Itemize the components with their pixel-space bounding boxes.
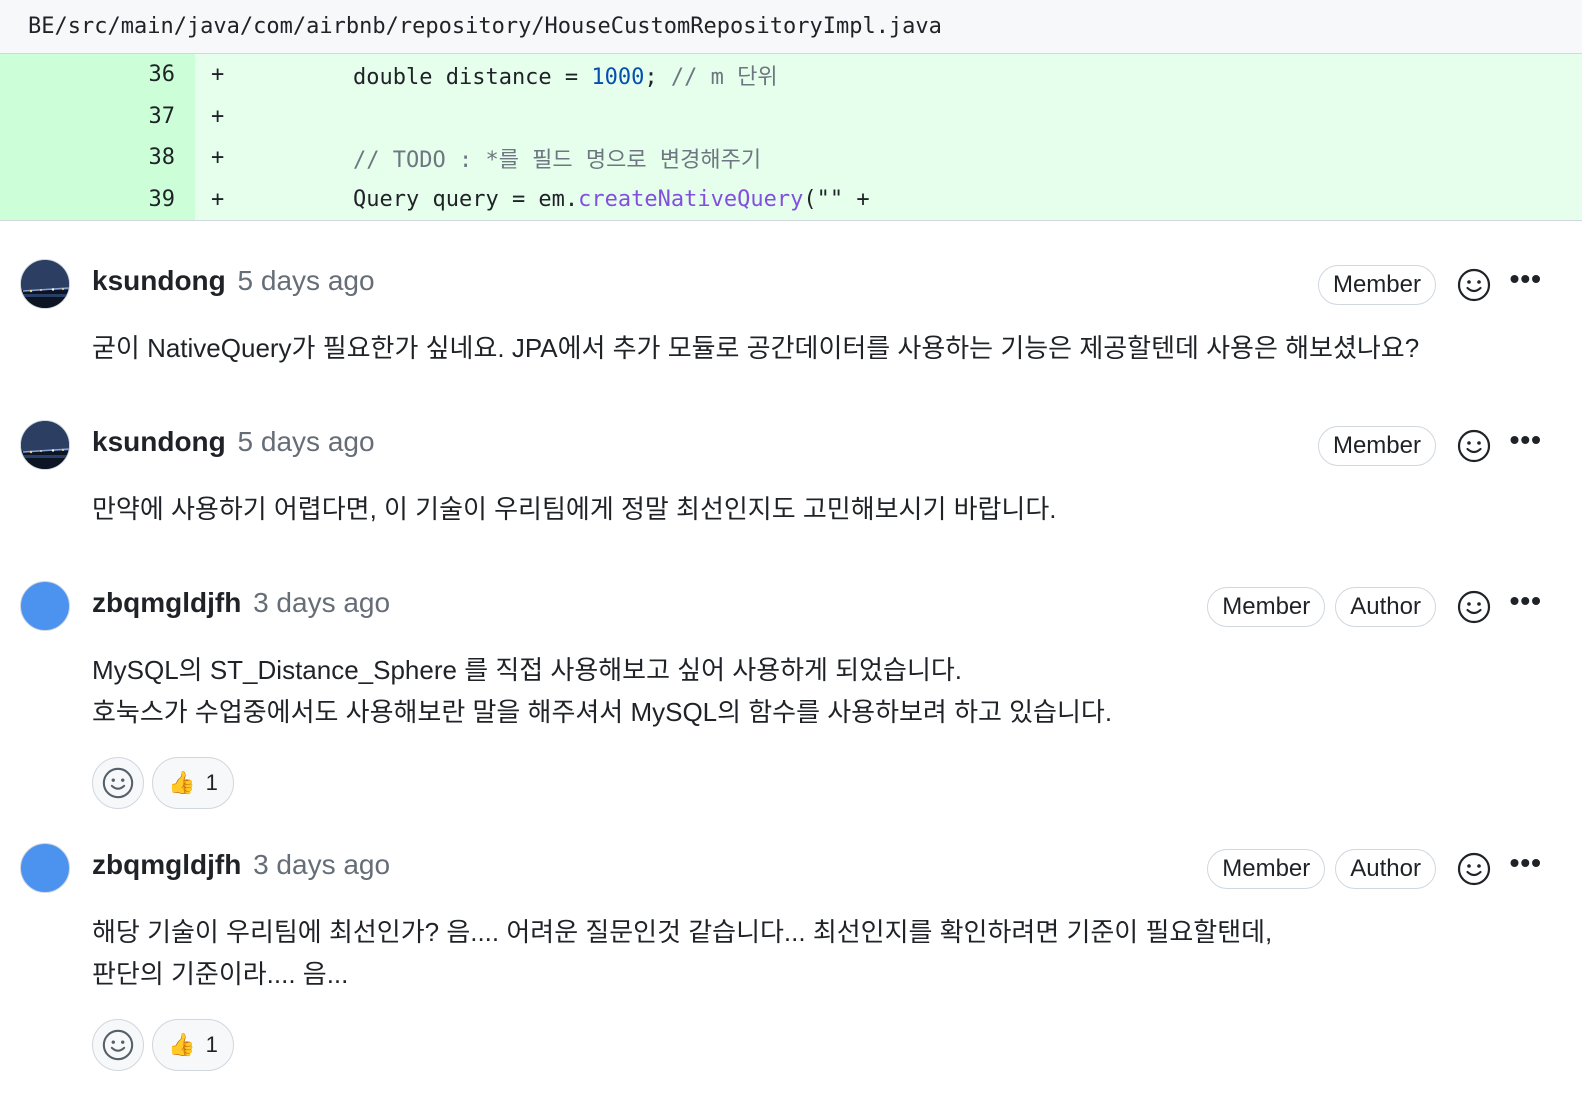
thumbs-up-reaction-button[interactable]: 👍 1: [152, 1019, 234, 1071]
add-reaction-button[interactable]: [92, 1019, 144, 1071]
avatar-image: [21, 260, 69, 308]
comment-header: zbqmgldjfh 3 days ago: [92, 849, 390, 881]
author-name[interactable]: ksundong: [92, 426, 226, 457]
author-name[interactable]: ksundong: [92, 265, 226, 296]
kebab-horizontal-icon[interactable]: •••: [1510, 263, 1542, 295]
author-name[interactable]: zbqmgldjfh: [92, 849, 241, 880]
file-path[interactable]: BE/src/main/java/com/airbnb/repository/H…: [28, 14, 942, 39]
smiley-icon[interactable]: [1456, 267, 1492, 303]
diff-sign: +: [211, 145, 225, 171]
kebab-horizontal-icon[interactable]: •••: [1510, 847, 1542, 879]
comment-text: 호눅스가 수업중에서도 사용해보란 말을 해주셔서 MySQL의 함수를 사용하…: [92, 697, 1113, 727]
line-number[interactable]: 36: [0, 54, 195, 96]
diff-line: 39 + Query query = em.createNativeQuery(…: [0, 178, 1582, 220]
reaction-count: 1: [205, 770, 218, 795]
diff-block: 36 + double distance = 1000; // m 단위 37 …: [0, 54, 1582, 221]
code-text: Query query = em.createNativeQuery("" +: [353, 186, 870, 212]
comment-text: 만약에 사용하기 어렵다면, 이 기술이 우리팀에게 정말 최선인지도 고민해보…: [92, 494, 1057, 524]
comment-body: 굳이 NativeQuery가 필요한가 싶네요. JPA에서 추가 모듈로 공…: [92, 327, 1419, 369]
smiley-icon[interactable]: [1456, 428, 1492, 464]
line-number[interactable]: 38: [0, 137, 195, 179]
avatar[interactable]: [20, 843, 70, 893]
diff-sign: +: [211, 62, 225, 88]
comment-header: ksundong 5 days ago: [92, 265, 375, 297]
avatar[interactable]: [20, 420, 70, 470]
diff-line: 36 + double distance = 1000; // m 단위: [0, 54, 1582, 96]
timestamp[interactable]: 5 days ago: [238, 265, 375, 296]
comment-body: 만약에 사용하기 어렵다면, 이 기술이 우리팀에게 정말 최선인지도 고민해보…: [92, 488, 1057, 530]
reactions-bar: 👍 1: [92, 1019, 234, 1071]
label-group: Member Author: [1207, 587, 1436, 627]
code-text: double distance = 1000; // m 단위: [353, 64, 778, 90]
timestamp[interactable]: 5 days ago: [238, 426, 375, 457]
diff-line: 37 +: [0, 95, 1582, 137]
comment-text: 굳이 NativeQuery가 필요한가 싶네요. JPA에서 추가 모듈로 공…: [92, 333, 1420, 363]
reactions-bar: 👍 1: [92, 757, 234, 809]
avatar-image: [21, 421, 69, 469]
avatar[interactable]: [20, 581, 70, 631]
timestamp[interactable]: 3 days ago: [253, 587, 390, 618]
comment-body: MySQL의 ST_Distance_Sphere 를 직접 사용해보고 싶어 …: [92, 649, 1112, 733]
comment-header: ksundong 5 days ago: [92, 426, 375, 458]
author-badge: Author: [1335, 587, 1436, 627]
smiley-icon[interactable]: [1456, 589, 1492, 625]
comment-text: MySQL의 ST_Distance_Sphere 를 직접 사용해보고 싶어 …: [92, 655, 963, 685]
author-name[interactable]: zbqmgldjfh: [92, 587, 241, 618]
add-reaction-button[interactable]: [92, 757, 144, 809]
smiley-icon: [102, 1029, 134, 1061]
smiley-icon: [102, 767, 134, 799]
avatar[interactable]: [20, 259, 70, 309]
diff-sign: +: [211, 103, 225, 129]
line-number[interactable]: 37: [0, 95, 195, 137]
author-badge: Author: [1335, 849, 1436, 889]
label-group: Member Author: [1207, 849, 1436, 889]
smiley-icon[interactable]: [1456, 851, 1492, 887]
comment-body: 해당 기술이 우리팀에 최선인가? 음.... 어려운 질문인것 같습니다...…: [92, 911, 1272, 995]
comment-text: 판단의 기준이라.... 음...: [92, 959, 349, 989]
thumbs-up-icon: 👍: [168, 770, 196, 795]
kebab-horizontal-icon[interactable]: •••: [1510, 424, 1542, 456]
comment-header: zbqmgldjfh 3 days ago: [92, 587, 390, 619]
timestamp[interactable]: 3 days ago: [253, 849, 390, 880]
diff-sign: +: [211, 186, 225, 212]
thumbs-up-reaction-button[interactable]: 👍 1: [152, 757, 234, 809]
member-badge: Member: [1207, 587, 1326, 627]
file-header: BE/src/main/java/com/airbnb/repository/H…: [0, 0, 1582, 54]
member-badge: Member: [1317, 265, 1436, 305]
comment-text: 해당 기술이 우리팀에 최선인가? 음.... 어려운 질문인것 같습니다...…: [92, 917, 1273, 947]
code-text: // TODO : *를 필드 명으로 변경해주기: [353, 147, 762, 173]
member-badge: Member: [1207, 849, 1326, 889]
member-badge: Member: [1317, 426, 1436, 466]
label-group: Member: [1317, 265, 1436, 305]
label-group: Member: [1317, 426, 1436, 466]
diff-line: 38 + // TODO : *를 필드 명으로 변경해주기: [0, 137, 1582, 179]
kebab-horizontal-icon[interactable]: •••: [1510, 585, 1542, 617]
line-number[interactable]: 39: [0, 178, 195, 220]
reaction-count: 1: [205, 1032, 218, 1057]
thumbs-up-icon: 👍: [168, 1032, 196, 1057]
